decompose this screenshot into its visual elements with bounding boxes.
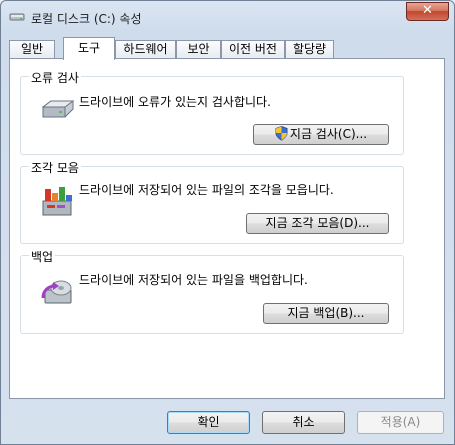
backup-description: 드라이브에 저장되어 있는 파일을 백업합니다. — [79, 273, 308, 287]
title-bar[interactable]: 로컬 디스크 (C:) 속성 ✕ — [1, 1, 454, 31]
tab-tools[interactable]: 도구 — [63, 37, 115, 60]
ok-button[interactable]: 확인 — [167, 411, 250, 434]
defrag-group: 조각 모음 드라이브에 저장되어 있는 파일의 조각을 모읍니다. 지금 조각 … — [20, 159, 404, 244]
backup-icon — [41, 280, 72, 304]
hard-drive-icon — [41, 100, 75, 118]
drive-icon — [9, 13, 25, 21]
error-check-group: 오류 검사 드라이브에 오류가 있는지 검사합니다. 지금 검사(C)... — [20, 69, 404, 155]
close-icon: ✕ — [422, 3, 433, 18]
tab-previous-versions[interactable]: 이전 버전 — [221, 40, 285, 59]
tab-quota[interactable]: 할당량 — [285, 40, 334, 59]
tools-panel: 오류 검사 드라이브에 오류가 있는지 검사합니다. 지금 검사(C)... 조… — [9, 58, 445, 399]
backup-group: 백업 드라이브에 저장되어 있는 파일을 백업합니다. 지금 백업(B)... — [20, 248, 404, 334]
properties-window: 로컬 디스크 (C:) 속성 ✕ 일반 도구 하드웨어 보안 이전 버전 할당량… — [0, 0, 455, 445]
defragment-icon — [42, 187, 72, 216]
close-button[interactable]: ✕ — [406, 2, 449, 21]
error-check-title: 오류 검사 — [29, 69, 81, 86]
defrag-description: 드라이브에 저장되어 있는 파일의 조각을 모읍니다. — [79, 183, 334, 197]
defrag-now-button[interactable]: 지금 조각 모음(D)... — [246, 213, 389, 234]
window-title: 로컬 디스크 (C:) 속성 — [31, 12, 142, 26]
uac-shield-icon — [275, 126, 288, 141]
tab-general[interactable]: 일반 — [9, 40, 55, 59]
check-now-button[interactable]: 지금 검사(C)... — [253, 124, 389, 145]
backup-title: 백업 — [29, 248, 56, 265]
error-check-description: 드라이브에 오류가 있는지 검사합니다. — [79, 95, 271, 109]
tab-security[interactable]: 보안 — [176, 40, 221, 59]
defrag-title: 조각 모음 — [29, 159, 81, 176]
backup-now-button[interactable]: 지금 백업(B)... — [263, 303, 389, 324]
apply-button[interactable]: 적용(A) — [357, 411, 444, 434]
tab-hardware[interactable]: 하드웨어 — [115, 40, 176, 59]
cancel-button[interactable]: 취소 — [262, 411, 345, 434]
